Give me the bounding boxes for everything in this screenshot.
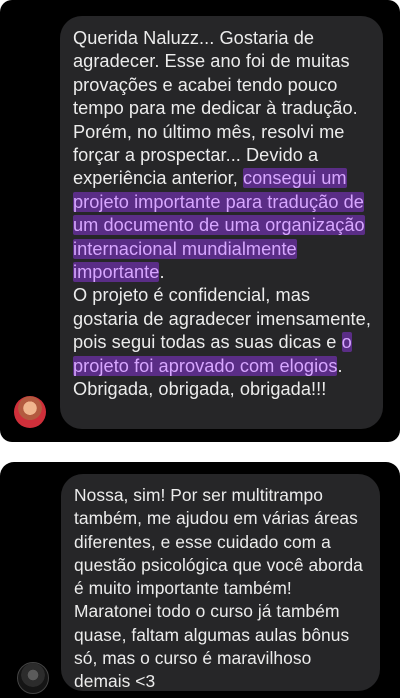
sender-avatar[interactable] [17, 662, 49, 694]
message-text: Querida Naluzz... Gostaria de agradecer.… [73, 28, 358, 189]
message-text: . [159, 262, 165, 283]
message-paragraph-2: O projeto é confidencial, mas gostaria d… [73, 284, 371, 401]
message-text: Nossa, sim! Por ser multitrampo também, … [74, 485, 363, 692]
message-card-2: Nossa, sim! Por ser multitrampo também, … [0, 462, 400, 698]
sender-avatar[interactable] [14, 396, 46, 428]
message-bubble[interactable]: Nossa, sim! Por ser multitrampo também, … [61, 474, 380, 691]
message-paragraph-1: Querida Naluzz... Gostaria de agradecer.… [73, 27, 371, 284]
message-card-1: Querida Naluzz... Gostaria de agradecer.… [0, 0, 400, 442]
message-text: O projeto é confidencial, mas gostaria d… [73, 285, 371, 353]
message-bubble[interactable]: Querida Naluzz... Gostaria de agradecer.… [60, 16, 383, 429]
